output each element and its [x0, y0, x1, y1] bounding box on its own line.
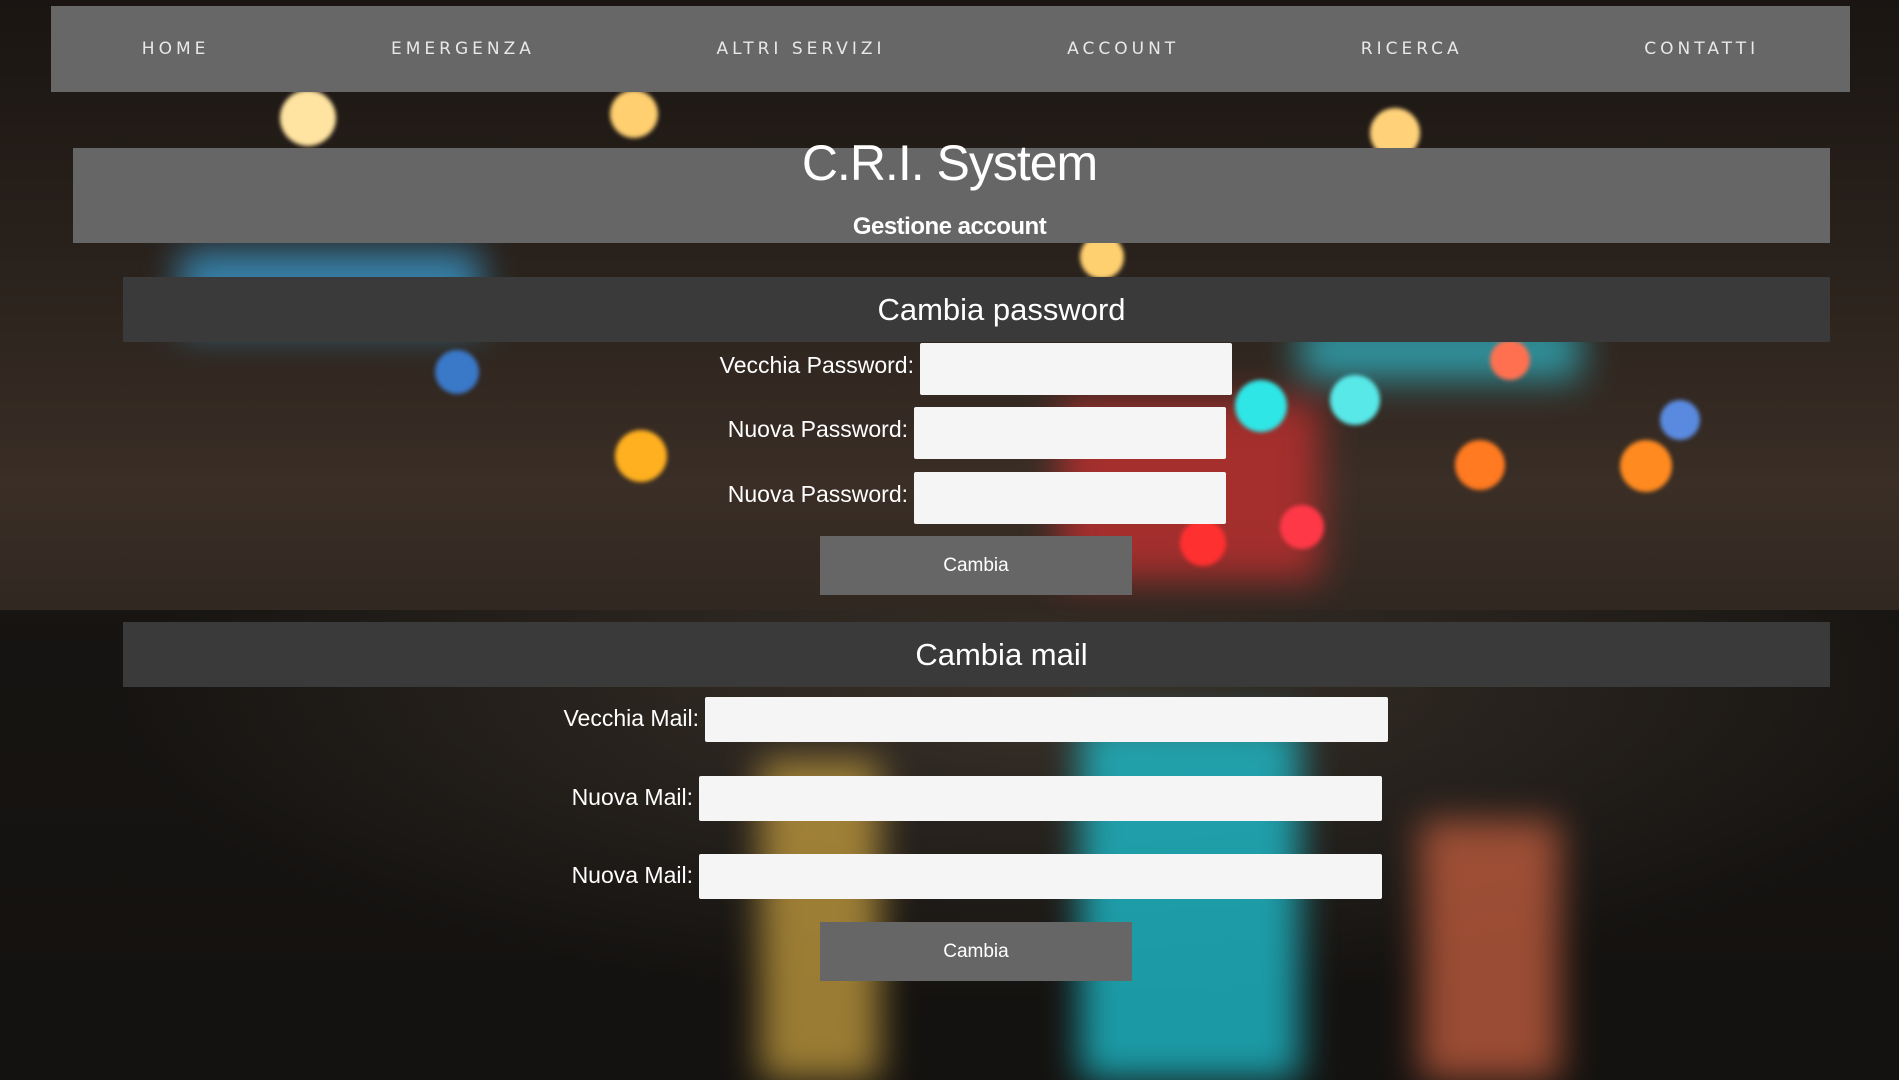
nav-item-account[interactable]: ACCOUNT: [1067, 39, 1179, 59]
background-light: [1620, 440, 1672, 492]
background-light: [1180, 520, 1226, 566]
mail-section-title: Cambia mail: [915, 636, 1088, 672]
confirm-mail-label: Nuova Mail:: [571, 862, 693, 888]
top-navigation: HOME EMERGENZA ALTRI SERVIZI ACCOUNT RIC…: [51, 6, 1850, 92]
old-password-input[interactable]: [920, 343, 1232, 395]
confirm-password-label: Nuova Password:: [727, 481, 908, 507]
new-password-input[interactable]: [914, 407, 1226, 459]
nav-item-home[interactable]: HOME: [142, 39, 210, 59]
background-light: [1420, 820, 1560, 1080]
background-light: [1235, 380, 1287, 432]
nav-item-altri-servizi[interactable]: ALTRI SERVIZI: [716, 39, 885, 59]
mail-section-header: Cambia mail: [123, 622, 1830, 687]
new-mail-label: Nuova Mail:: [571, 784, 693, 810]
background-light: [615, 430, 667, 482]
old-mail-input[interactable]: [705, 697, 1388, 742]
site-title: C.R.I. System: [801, 135, 1098, 191]
new-password-label: Nuova Password:: [727, 416, 908, 442]
background-light: [1660, 400, 1700, 440]
background-light: [1280, 505, 1324, 549]
confirm-password-input[interactable]: [914, 472, 1226, 524]
background-light: [1490, 340, 1530, 380]
password-section-title: Cambia password: [877, 291, 1126, 327]
background-light: [1455, 440, 1505, 490]
change-mail-button[interactable]: Cambia: [820, 922, 1132, 981]
background-light: [435, 350, 479, 394]
old-password-label: Vecchia Password:: [719, 352, 914, 378]
nav-item-emergenza[interactable]: EMERGENZA: [391, 39, 535, 59]
background-light: [1080, 720, 1300, 1080]
new-mail-input[interactable]: [699, 776, 1382, 821]
page-subtitle: Gestione account: [852, 213, 1047, 240]
confirm-mail-input[interactable]: [699, 854, 1382, 899]
nav-item-ricerca[interactable]: RICERCA: [1361, 39, 1463, 59]
password-section-header: Cambia password: [123, 277, 1830, 342]
old-mail-label: Vecchia Mail:: [563, 705, 699, 731]
background-light: [610, 90, 658, 138]
page: HOME EMERGENZA ALTRI SERVIZI ACCOUNT RIC…: [0, 0, 1899, 1089]
nav-item-contatti[interactable]: CONTATTI: [1644, 39, 1759, 59]
change-password-button[interactable]: Cambia: [820, 536, 1132, 595]
background-light: [1330, 375, 1380, 425]
